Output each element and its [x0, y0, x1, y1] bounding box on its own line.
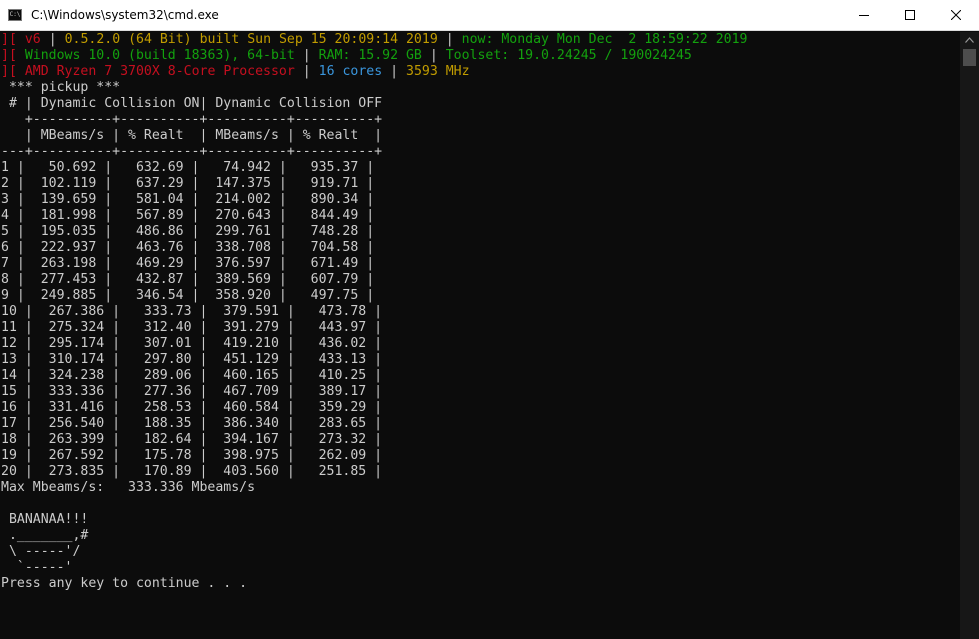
- table-row: 10 | 267.386 | 333.73 | 379.591 | 473.78…: [1, 304, 383, 319]
- table-row: 12 | 295.174 | 307.01 | 419.210 | 436.02…: [1, 336, 383, 351]
- mhz-info: 3593 MHz: [406, 64, 470, 79]
- table-row: 1 | 50.692 | 632.69 | 74.942 | 935.37 |: [1, 160, 375, 175]
- table-column-header: | MBeams/s | % Realt | MBeams/s | % Real…: [1, 128, 383, 143]
- title-bar[interactable]: C:\ C:\Windows\system32\cmd.exe: [0, 0, 979, 31]
- table-row: 4 | 181.998 | 567.89 | 270.643 | 844.49 …: [1, 208, 375, 223]
- ascii-art-line: BANANAA!!!: [1, 512, 89, 527]
- console-output[interactable]: ][ v6 | 0.5.2.0 (64 Bit) built Sun Sep 1…: [1, 32, 959, 639]
- bracket-marker: ][: [1, 32, 17, 47]
- scroll-up-button[interactable]: [960, 32, 979, 48]
- vertical-scrollbar[interactable]: [960, 32, 979, 639]
- separator: |: [48, 32, 57, 47]
- minimize-icon: [859, 15, 869, 16]
- table-group-header: # | Dynamic Collision ON| Dynamic Collis…: [1, 96, 383, 111]
- table-border-top: +----------+----------+----------+------…: [1, 112, 383, 127]
- current-time: now: Monday Mon Dec 2 18:59:22 2019: [461, 32, 748, 47]
- table-row: 8 | 277.453 | 432.87 | 389.569 | 607.79 …: [1, 272, 375, 287]
- max-mbeams-summary: Max Mbeams/s: 333.336 Mbeams/s: [1, 480, 256, 495]
- ascii-art-line: ._______,#: [1, 528, 89, 543]
- table-row: 9 | 249.885 | 346.54 | 358.920 | 497.75 …: [1, 288, 375, 303]
- separator: |: [429, 48, 438, 63]
- ascii-art-line: `-----': [1, 560, 73, 575]
- table-row: 2 | 102.119 | 637.29 | 147.375 | 919.71 …: [1, 176, 375, 191]
- header-line-os: ][ Windows 10.0 (build 18363), 64-bit | …: [1, 48, 692, 64]
- table-row: 3 | 139.659 | 581.04 | 214.002 | 890.34 …: [1, 192, 375, 207]
- table-row: 13 | 310.174 | 297.80 | 451.129 | 433.13…: [1, 352, 383, 367]
- minimize-button[interactable]: [841, 0, 887, 30]
- table-row: 6 | 222.937 | 463.76 | 338.708 | 704.58 …: [1, 240, 375, 255]
- table-row: 14 | 324.238 | 289.06 | 460.165 | 410.25…: [1, 368, 383, 383]
- header-line-cpu: ][ AMD Ryzen 7 3700X 8-Core Processor | …: [1, 64, 470, 80]
- ram-info: RAM: 15.92 GB: [318, 48, 422, 63]
- table-row: 11 | 275.324 | 312.40 | 391.279 | 443.97…: [1, 320, 383, 335]
- header-line-version: ][ v6 | 0.5.2.0 (64 Bit) built Sun Sep 1…: [1, 32, 747, 48]
- ascii-art-line: \ -----'/: [1, 544, 81, 559]
- table-row: 7 | 263.198 | 469.29 | 376.597 | 671.49 …: [1, 256, 375, 271]
- table-row: 18 | 263.399 | 182.64 | 394.167 | 273.32…: [1, 432, 383, 447]
- table-row: 15 | 333.336 | 277.36 | 467.709 | 389.17…: [1, 384, 383, 399]
- bracket-marker: ][: [1, 48, 17, 63]
- separator: |: [390, 64, 399, 79]
- cores-info: 16 cores: [318, 64, 383, 79]
- table-row: 5 | 195.035 | 486.86 | 299.761 | 748.28 …: [1, 224, 375, 239]
- os-info: Windows 10.0 (build 18363), 64-bit: [24, 48, 295, 63]
- table-row: 17 | 256.540 | 188.35 | 386.340 | 283.65…: [1, 416, 383, 431]
- separator: |: [302, 48, 311, 63]
- table-border-mid: ---+----------+----------+----------+---…: [1, 144, 383, 159]
- separator: |: [302, 64, 311, 79]
- scrollbar-thumb[interactable]: [963, 49, 976, 66]
- table-row: 20 | 273.835 | 170.89 | 403.560 | 251.85…: [1, 464, 383, 479]
- window-title: C:\Windows\system32\cmd.exe: [31, 8, 219, 22]
- press-any-key-prompt: Press any key to continue . . .: [1, 576, 248, 591]
- chevron-up-icon: [965, 37, 974, 43]
- bracket-marker: ][: [1, 64, 17, 79]
- maximize-icon: [905, 10, 915, 20]
- table-title: *** pickup ***: [1, 80, 121, 95]
- maximize-button[interactable]: [887, 0, 933, 30]
- version-label: v6: [24, 32, 41, 47]
- close-icon: [951, 10, 961, 20]
- cpu-info: AMD Ryzen 7 3700X 8-Core Processor: [24, 64, 295, 79]
- close-button[interactable]: [933, 0, 979, 30]
- cmd-app-icon[interactable]: C:\: [8, 9, 22, 21]
- toolset-info: Toolset: 19.0.24245 / 190024245: [445, 48, 692, 63]
- table-row: 19 | 267.592 | 175.78 | 398.975 | 262.09…: [1, 448, 383, 463]
- table-row: 16 | 331.416 | 258.53 | 460.584 | 359.29…: [1, 400, 383, 415]
- separator: |: [445, 32, 454, 47]
- build-info: 0.5.2.0 (64 Bit) built Sun Sep 15 20:09:…: [64, 32, 438, 47]
